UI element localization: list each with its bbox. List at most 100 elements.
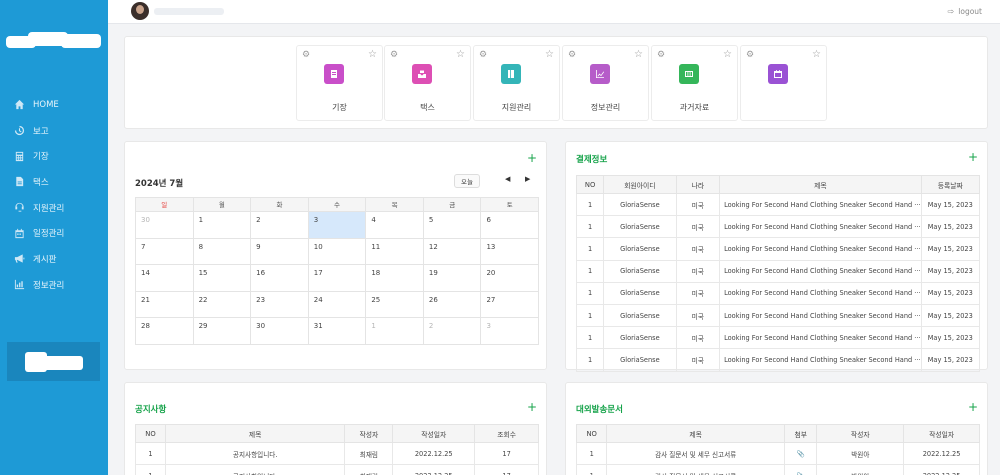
calendar-day[interactable]: 22 — [193, 291, 252, 319]
star-icon[interactable]: ☆ — [368, 49, 377, 60]
sidebar-item-tax[interactable]: 택스 — [0, 169, 108, 195]
calendar-day[interactable]: 27 — [481, 291, 540, 319]
column-header[interactable]: 등록날짜 — [920, 175, 981, 194]
add-notice-button[interactable]: + — [527, 400, 537, 414]
cell-title[interactable]: Looking For Second Hand Clothing Sneaker… — [719, 192, 922, 217]
quick-card-archive[interactable]: ⚙ ☆ 과거자료 — [651, 45, 738, 121]
calendar-day[interactable]: 17 — [308, 265, 367, 292]
table-row[interactable]: 1 GloriaSense 미국 Looking For Second Hand Cl… — [575, 303, 981, 328]
star-icon[interactable]: ☆ — [812, 49, 821, 60]
gear-icon[interactable]: ⚙ — [746, 50, 754, 60]
gear-icon[interactable]: ⚙ — [390, 50, 398, 60]
calendar-day[interactable]: 28 — [136, 318, 194, 345]
calendar-day[interactable]: 1 — [366, 318, 424, 345]
calendar-day-today[interactable]: 3 — [308, 212, 367, 239]
column-header[interactable]: 첨부 — [783, 424, 818, 443]
star-icon[interactable]: ☆ — [634, 49, 643, 60]
calendar-day[interactable]: 31 — [308, 318, 367, 345]
gear-icon[interactable]: ⚙ — [568, 50, 576, 60]
column-header[interactable]: 조회수 — [474, 424, 539, 443]
sidebar-item-support[interactable]: 지원관리 — [0, 195, 108, 221]
calendar-day[interactable]: 10 — [308, 238, 367, 266]
column-header[interactable]: NO — [575, 175, 605, 194]
calendar-day[interactable]: 2 — [423, 318, 482, 345]
calendar-day[interactable]: 30 — [251, 318, 309, 345]
table-row[interactable]: 1 GloriaSense 미국 Looking For Second Hand Cl… — [575, 281, 981, 305]
calendar-day[interactable]: 18 — [366, 265, 424, 292]
today-button[interactable]: 오늘 — [454, 174, 480, 188]
calendar-day[interactable]: 11 — [366, 238, 424, 266]
calendar-day[interactable]: 30 — [136, 212, 194, 239]
star-icon[interactable]: ☆ — [456, 49, 465, 60]
star-icon[interactable]: ☆ — [545, 49, 554, 60]
cell-title[interactable]: 공지사항입니다. — [164, 441, 346, 466]
column-header[interactable]: 작성일자 — [392, 424, 476, 443]
table-row[interactable]: 1 GloriaSense 미국 Looking For Second Hand Cl… — [575, 215, 981, 239]
gear-icon[interactable]: ⚙ — [302, 50, 310, 60]
table-row[interactable]: 1공지사항입니다.최재림2022.12.2517 — [135, 464, 539, 475]
prev-month-button[interactable]: ◀ — [505, 175, 510, 183]
table-row[interactable]: 1감사 질문서 및 세무 신고서류📎박원아2022.12.25 — [575, 441, 980, 466]
column-header[interactable]: 작성자 — [816, 424, 905, 443]
logout-button[interactable]: ⇨ logout — [948, 7, 982, 16]
star-icon[interactable]: ☆ — [723, 49, 732, 60]
calendar-day[interactable]: 13 — [481, 238, 540, 266]
paperclip-icon[interactable]: 📎 — [783, 464, 818, 475]
calendar-day[interactable]: 4 — [366, 212, 424, 239]
add-doc-button[interactable]: + — [968, 400, 978, 414]
brand-logo[interactable] — [6, 30, 102, 50]
gear-icon[interactable]: ⚙ — [657, 50, 665, 60]
calendar-day[interactable]: 2 — [251, 212, 309, 239]
column-header[interactable]: 나라 — [675, 175, 721, 194]
cell-title[interactable]: 감사 질문서 및 세무 신고서류 — [606, 441, 785, 466]
quick-card-extra[interactable]: ⚙ ☆ — [740, 45, 827, 121]
paperclip-icon[interactable]: 📎 — [783, 441, 818, 466]
calendar-day[interactable]: 23 — [251, 291, 309, 319]
sidebar-item-info[interactable]: 정보관리 — [0, 272, 108, 298]
cell-title[interactable]: 감사 질문서 및 세무 신고서류 — [606, 464, 785, 475]
quick-card-info[interactable]: ⚙ ☆ 정보관리 — [562, 45, 649, 121]
calendar-day[interactable]: 3 — [481, 318, 540, 345]
calendar-day[interactable]: 1 — [193, 212, 252, 239]
calendar-day[interactable]: 21 — [136, 291, 194, 319]
cell-title[interactable]: Looking For Second Hand Clothing Sneaker… — [719, 215, 922, 239]
cell-title[interactable]: Looking For Second Hand Clothing Sneaker… — [719, 259, 922, 283]
table-row[interactable]: 1공지사항입니다.최재림2022.12.2517 — [135, 441, 539, 466]
sidebar-item-report[interactable]: 보고 — [0, 118, 108, 144]
calendar-day[interactable]: 25 — [366, 291, 424, 319]
column-header[interactable]: 작성자 — [344, 424, 394, 443]
quick-card-bookkeeping[interactable]: ⚙ ☆ 기장 — [296, 45, 383, 121]
add-schedule-button[interactable]: + — [527, 151, 537, 165]
column-header[interactable]: 작성일자 — [903, 424, 980, 443]
cell-title[interactable]: Looking For Second Hand Clothing Sneaker… — [719, 237, 922, 261]
table-row[interactable]: 1 GloriaSense 미국 Looking For Second Hand Cl… — [575, 326, 981, 350]
column-header[interactable]: 회원아이디 — [603, 175, 677, 194]
calendar-day[interactable]: 9 — [251, 238, 309, 266]
avatar[interactable] — [131, 2, 149, 20]
calendar-day[interactable]: 19 — [423, 265, 482, 292]
table-row[interactable]: 1 GloriaSense 미국 Looking For Second Hand Cl… — [575, 192, 981, 217]
next-month-button[interactable]: ▶ — [525, 175, 530, 183]
calendar-day[interactable]: 26 — [423, 291, 482, 319]
cell-title[interactable]: Looking For Second Hand Clothing Sneaker… — [719, 303, 922, 328]
calendar-day[interactable]: 6 — [481, 212, 540, 239]
add-payment-button[interactable]: + — [968, 150, 978, 164]
table-row[interactable]: 1 GloriaSense 미국 Looking For Second Hand Cl… — [575, 237, 981, 261]
sidebar-item-home[interactable]: HOME — [0, 92, 108, 118]
column-header[interactable]: 제목 — [719, 175, 922, 194]
table-row[interactable]: 1 GloriaSense 미국 Looking For Second Hand Cl… — [575, 259, 981, 283]
column-header[interactable]: 제목 — [606, 424, 785, 443]
calendar-day[interactable]: 14 — [136, 265, 194, 292]
cell-title[interactable]: 공지사항입니다. — [164, 464, 346, 475]
sidebar-item-board[interactable]: 게시판 — [0, 246, 108, 272]
calendar-day[interactable]: 7 — [136, 238, 194, 266]
table-row[interactable]: 1 GloriaSense 미국 Looking For Second Hand Cl… — [575, 348, 981, 372]
quick-card-support[interactable]: ⚙ ☆ 지원관리 — [473, 45, 560, 121]
calendar-day[interactable]: 20 — [481, 265, 540, 292]
quick-card-tax[interactable]: ⚙ ☆ 택스 — [384, 45, 471, 121]
column-header[interactable]: 제목 — [164, 424, 346, 443]
calendar-day[interactable]: 8 — [193, 238, 252, 266]
calendar-day[interactable]: 16 — [251, 265, 309, 292]
table-row[interactable]: 1감사 질문서 및 세무 신고서류📎박원아2022.12.25 — [575, 464, 980, 475]
sidebar-item-bookkeeping[interactable]: 기장 — [0, 143, 108, 169]
